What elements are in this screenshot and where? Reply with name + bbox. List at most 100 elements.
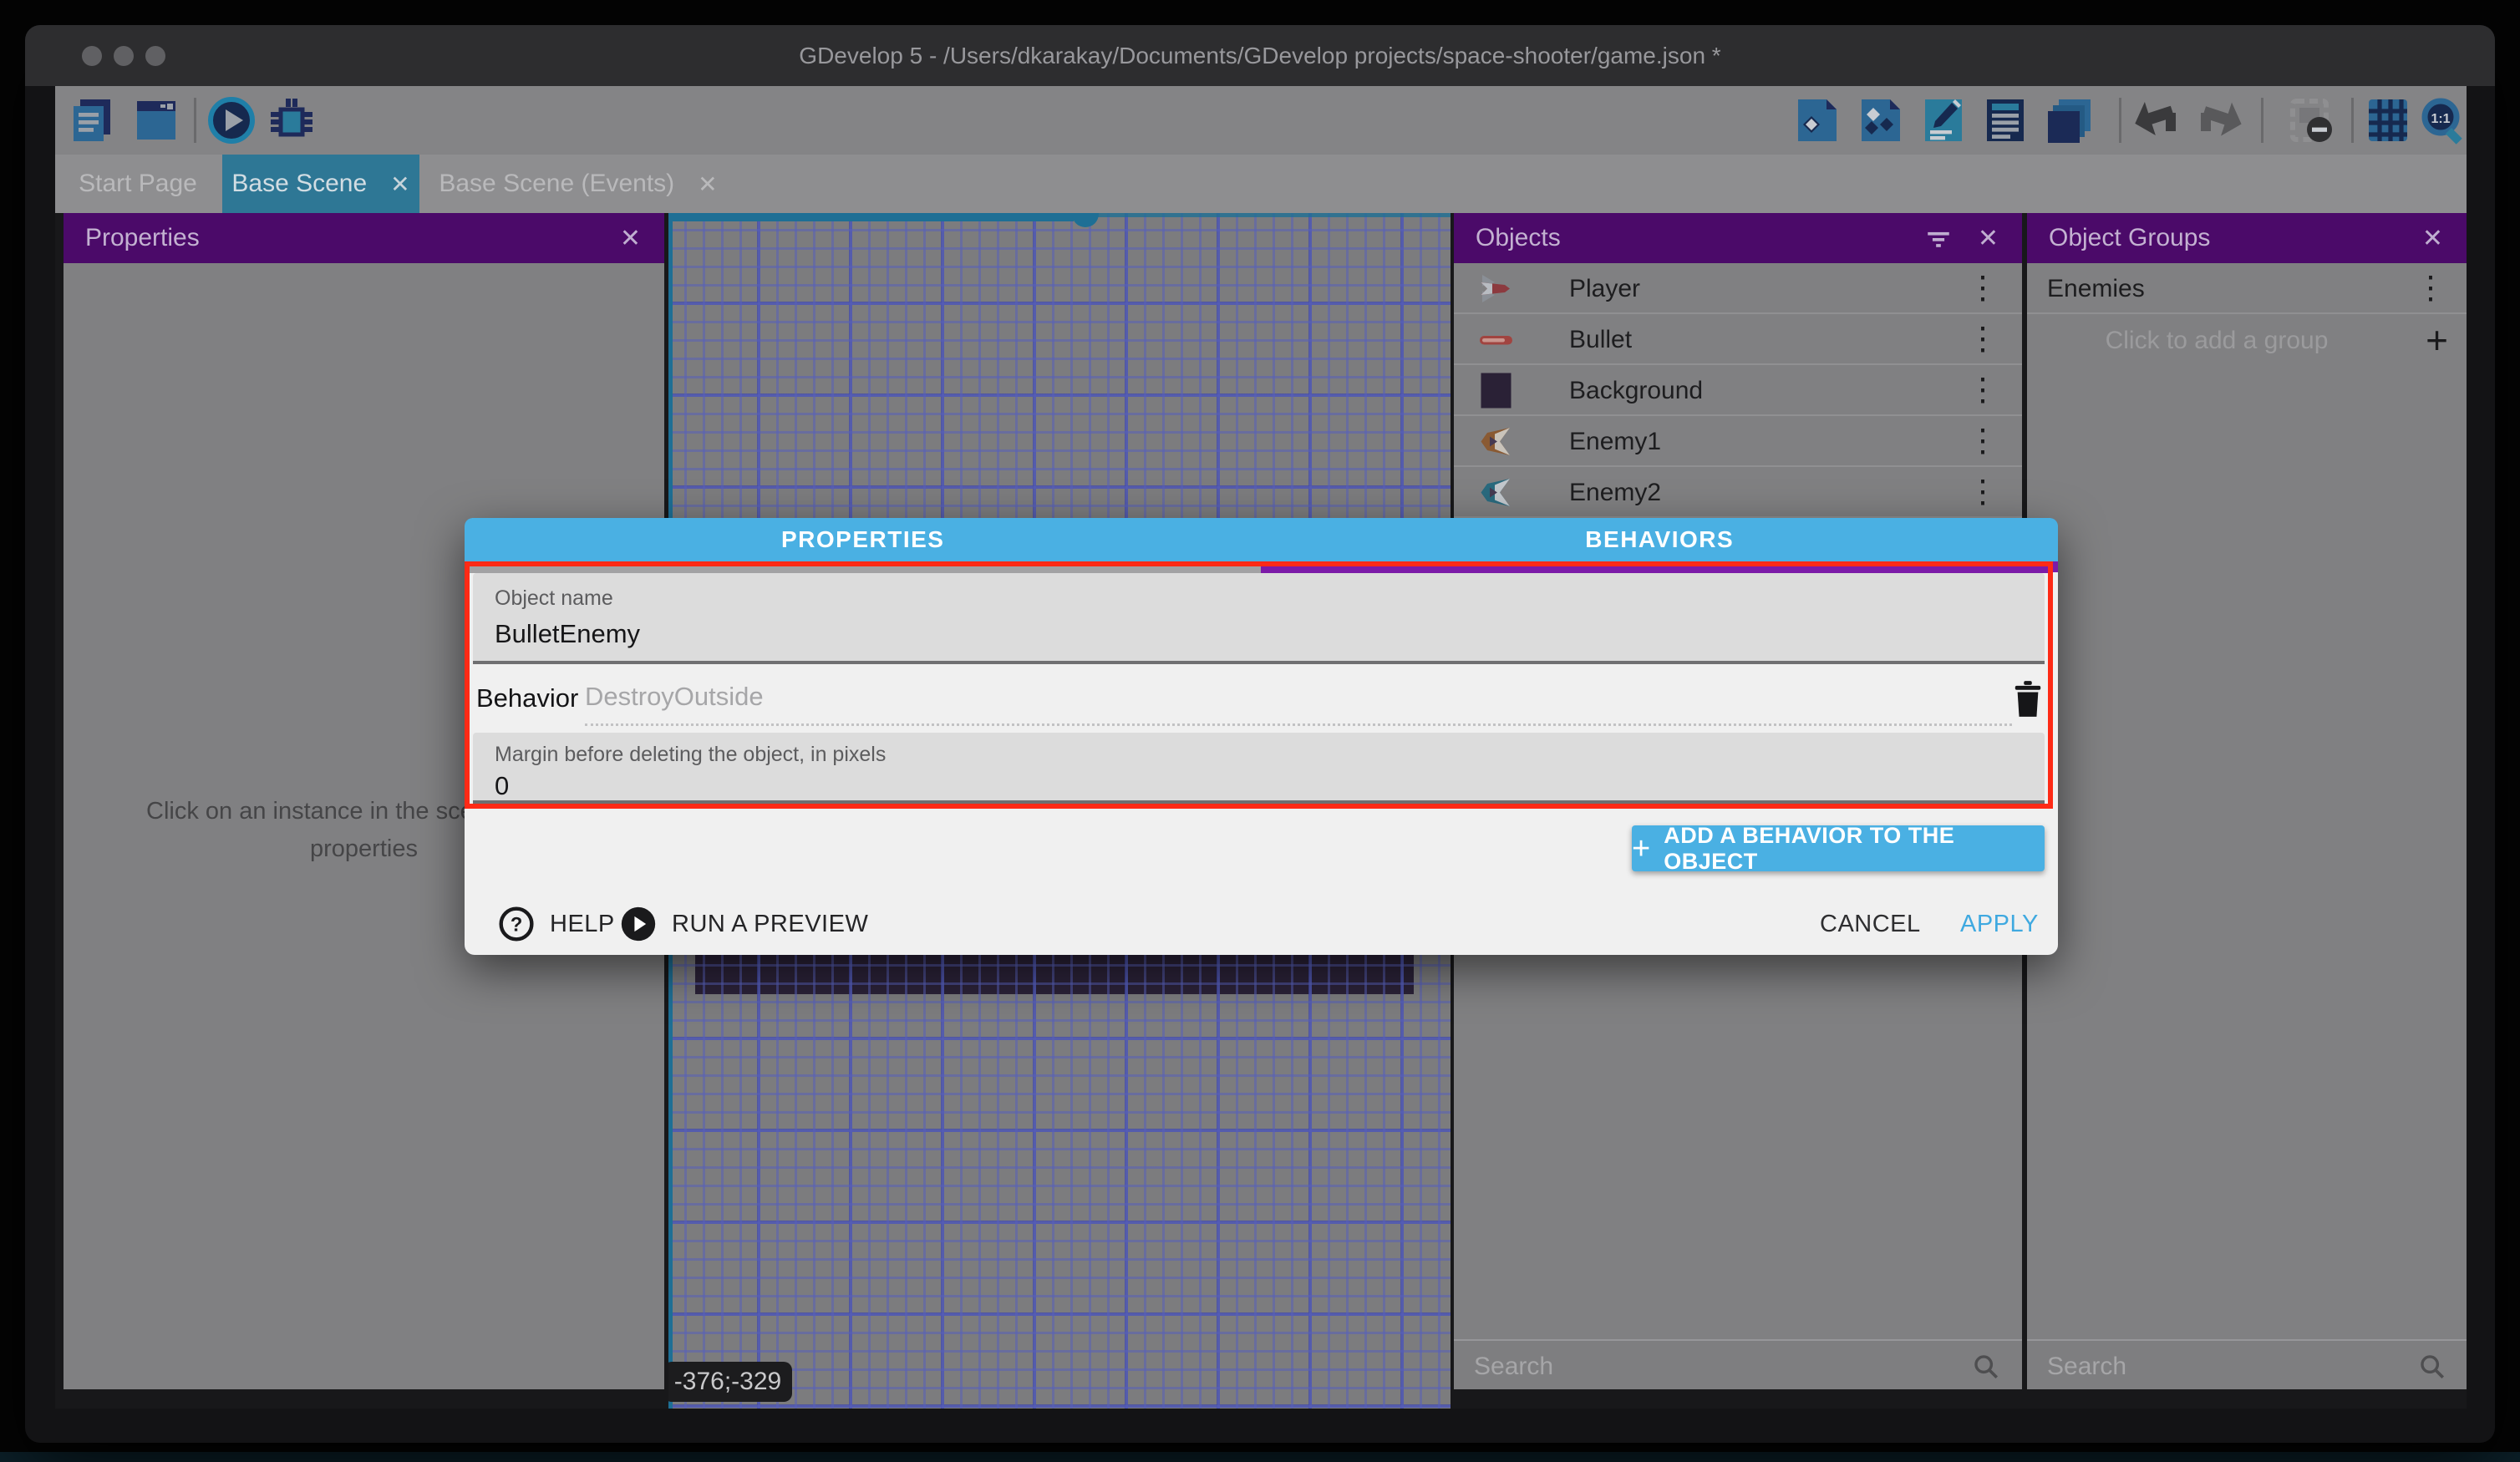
add-group-label: Click to add a group bbox=[2027, 315, 2406, 366]
tab-base-scene-label: Base Scene bbox=[231, 170, 367, 198]
toolbar-separator bbox=[2119, 98, 2121, 143]
debugger-icon[interactable] bbox=[266, 96, 318, 145]
add-object-icon[interactable] bbox=[1793, 96, 1842, 145]
project-manager-icon[interactable] bbox=[69, 96, 115, 145]
properties-close-icon[interactable]: ✕ bbox=[620, 224, 641, 253]
objects-close-icon[interactable]: ✕ bbox=[1978, 224, 1999, 253]
object-menu-icon[interactable]: ⋮ bbox=[1967, 365, 1999, 416]
scene-boundary-top-segment bbox=[668, 213, 1074, 221]
dialog-tab-behaviors[interactable]: BEHAVIORS bbox=[1262, 518, 2059, 561]
cursor-coordinates-badge: -376;-329 bbox=[668, 1362, 792, 1402]
mask-toggle-icon[interactable] bbox=[2286, 96, 2335, 145]
toolbar-separator bbox=[194, 98, 196, 143]
search-icon bbox=[1972, 1353, 2000, 1381]
tab-start-page[interactable]: Start Page bbox=[60, 155, 216, 213]
add-group-plus-icon[interactable]: + bbox=[2426, 315, 2448, 366]
object-menu-icon[interactable]: ⋮ bbox=[1967, 314, 1999, 365]
object-name: Background bbox=[1569, 365, 1703, 416]
add-behavior-button-label: ADD A BEHAVIOR TO THE OBJECT bbox=[1664, 823, 2045, 875]
behaviors-tab-underline bbox=[1261, 566, 2048, 573]
object-editor-dialog: PROPERTIES BEHAVIORS Object name BulletE… bbox=[465, 518, 2058, 955]
add-instances-icon[interactable] bbox=[1857, 96, 1905, 145]
object-row-background[interactable]: Background ⋮ bbox=[1454, 365, 2022, 416]
group-row-enemies[interactable]: Enemies ⋮ bbox=[2027, 263, 2467, 314]
tab-start-page-label: Start Page bbox=[79, 170, 197, 198]
window-title: GDevelop 5 - /Users/dkarakay/Documents/G… bbox=[25, 25, 2495, 86]
object-groups-panel-title: Object Groups bbox=[2049, 224, 2422, 252]
group-name: Enemies bbox=[2047, 263, 2145, 314]
object-groups-close-icon[interactable]: ✕ bbox=[2422, 224, 2443, 253]
new-window-icon[interactable] bbox=[132, 96, 179, 145]
group-menu-icon[interactable]: ⋮ bbox=[2415, 263, 2446, 314]
object-row-enemy1[interactable]: Enemy1 ⋮ bbox=[1454, 416, 2022, 467]
redo-icon[interactable] bbox=[2196, 96, 2244, 145]
groups-search-input[interactable] bbox=[2045, 1348, 2356, 1386]
properties-panel-title: Properties bbox=[85, 224, 620, 252]
object-name-field-label: Object name bbox=[495, 586, 613, 611]
objects-search-row bbox=[1454, 1339, 2022, 1389]
run-preview-button-label: RUN A PREVIEW bbox=[672, 911, 868, 938]
object-name-field[interactable]: Object name BulletEnemy bbox=[473, 573, 2045, 664]
delete-behavior-icon[interactable] bbox=[2012, 680, 2044, 718]
main-toolbar: 1:1 bbox=[55, 86, 2467, 155]
object-groups-panel-header: Object Groups ✕ bbox=[2027, 213, 2467, 263]
objects-panel-header: Objects ✕ bbox=[1454, 213, 2022, 263]
tutorial-highlight-box: Object name BulletEnemy Behavior Destroy… bbox=[465, 561, 2053, 809]
add-group-row[interactable]: Click to add a group + bbox=[2027, 315, 2467, 366]
title-bar: GDevelop 5 - /Users/dkarakay/Documents/G… bbox=[25, 25, 2495, 86]
undo-icon[interactable] bbox=[2132, 96, 2181, 145]
object-name-field-value: BulletEnemy bbox=[495, 619, 640, 649]
svg-text:?: ? bbox=[511, 913, 523, 936]
object-name: Enemy2 bbox=[1569, 467, 1661, 518]
svg-text:1:1: 1:1 bbox=[2431, 112, 2450, 126]
object-menu-icon[interactable]: ⋮ bbox=[1967, 467, 1999, 518]
edit-scene-icon[interactable] bbox=[1920, 96, 1967, 145]
add-behavior-button[interactable]: + ADD A BEHAVIOR TO THE OBJECT bbox=[1632, 825, 2045, 871]
objects-search-input[interactable] bbox=[1472, 1348, 1873, 1386]
desktop-background bbox=[0, 1452, 2520, 1462]
zoom-1-1-icon[interactable]: 1:1 bbox=[2420, 96, 2468, 145]
tab-close-icon[interactable]: ✕ bbox=[698, 170, 717, 198]
tab-base-scene-events[interactable]: Base Scene (Events) ✕ bbox=[424, 155, 732, 213]
cancel-button[interactable]: CANCEL bbox=[1820, 902, 1921, 946]
behavior-name-field[interactable]: DestroyOutside bbox=[585, 682, 764, 712]
run-preview-button[interactable]: RUN A PREVIEW bbox=[620, 902, 868, 946]
properties-panel-header: Properties ✕ bbox=[64, 213, 664, 263]
object-name: Player bbox=[1569, 263, 1640, 314]
dialog-tab-properties[interactable]: PROPERTIES bbox=[465, 518, 1262, 561]
search-icon bbox=[2418, 1353, 2446, 1381]
properties-tab-underline bbox=[470, 566, 1261, 573]
bullet-object-thumbnail bbox=[1477, 321, 1515, 358]
grid-toggle-icon[interactable] bbox=[2365, 96, 2411, 145]
plus-icon: + bbox=[1632, 833, 1650, 865]
toolbar-separator bbox=[2261, 98, 2263, 143]
object-menu-icon[interactable]: ⋮ bbox=[1967, 416, 1999, 467]
tab-base-scene[interactable]: Base Scene ✕ bbox=[222, 155, 419, 213]
filter-icon[interactable] bbox=[1924, 224, 1953, 252]
object-groups-panel: Object Groups ✕ Enemies ⋮ Click to add a… bbox=[2027, 213, 2467, 1389]
objects-panel-title: Objects bbox=[1476, 224, 1924, 252]
tab-base-scene-events-label: Base Scene (Events) bbox=[439, 170, 674, 198]
margin-field-value: 0 bbox=[495, 771, 509, 801]
help-button[interactable]: ? HELP bbox=[498, 902, 615, 946]
background-object-thumbnail bbox=[1477, 372, 1515, 409]
behavior-field-underline bbox=[585, 723, 2012, 726]
object-row-enemy2[interactable]: Enemy2 ⋮ bbox=[1454, 467, 2022, 518]
layers-icon[interactable] bbox=[2045, 96, 2094, 145]
help-icon: ? bbox=[498, 906, 535, 942]
margin-field[interactable]: Margin before deleting the object, in pi… bbox=[473, 733, 2045, 804]
object-row-player[interactable]: Player ⋮ bbox=[1454, 263, 2022, 314]
scene-properties-icon[interactable] bbox=[1982, 96, 2029, 145]
player-object-thumbnail bbox=[1477, 270, 1515, 307]
screen: GDevelop 5 - /Users/dkarakay/Documents/G… bbox=[0, 0, 2520, 1462]
object-row-bullet[interactable]: Bullet ⋮ bbox=[1454, 314, 2022, 365]
object-name: Bullet bbox=[1569, 314, 1632, 365]
help-button-label: HELP bbox=[550, 911, 615, 938]
dialog-tab-bar: PROPERTIES BEHAVIORS bbox=[465, 518, 2058, 561]
apply-button[interactable]: APPLY bbox=[1960, 902, 2039, 946]
toolbar-separator bbox=[2351, 98, 2354, 143]
play-preview-icon[interactable] bbox=[207, 96, 256, 145]
object-name: Enemy1 bbox=[1569, 416, 1661, 467]
object-menu-icon[interactable]: ⋮ bbox=[1967, 263, 1999, 314]
tab-close-icon[interactable]: ✕ bbox=[390, 170, 409, 198]
